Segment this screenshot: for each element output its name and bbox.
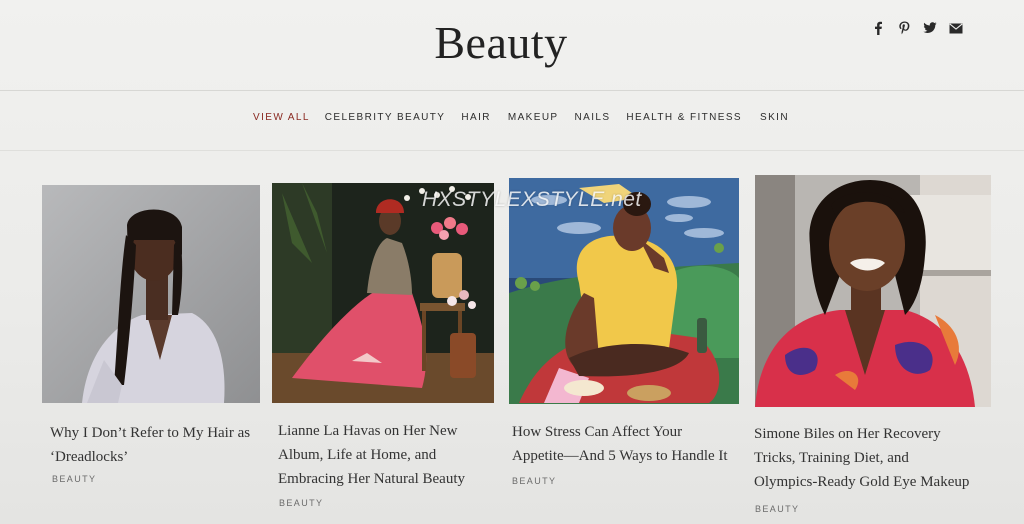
article-image[interactable] <box>272 183 494 403</box>
nav-item-health-fitness[interactable]: Health & Fitness <box>626 112 742 123</box>
article-card: Simone Biles on Her Recovery Tricks, Tra… <box>754 175 995 520</box>
nav-item-view-all[interactable]: View All <box>253 112 310 123</box>
header-divider <box>0 90 1024 91</box>
headline-line: ‘Dreadlocks’ <box>50 449 129 465</box>
nav-item-hair[interactable]: Hair <box>461 112 491 123</box>
pinterest-icon[interactable] <box>896 20 912 36</box>
headline-line: Appetite—And 5 Ways to Handle It <box>512 448 728 464</box>
article-image[interactable] <box>755 175 991 407</box>
category-nav: View All Celebrity Beauty Hair Makeup Na… <box>253 112 789 123</box>
article-category[interactable]: Beauty <box>512 476 556 486</box>
nav-item-nails[interactable]: Nails <box>575 112 611 123</box>
watermark-text: HXSTYLEXSTYLE.net <box>422 188 642 211</box>
headline-line: Why I Don’t Refer to My Hair as <box>50 425 251 441</box>
facebook-icon[interactable] <box>870 20 886 36</box>
masthead: Beauty <box>0 0 1024 95</box>
email-icon[interactable] <box>948 20 964 36</box>
headline-line: Album, Life at Home, and <box>278 447 437 463</box>
article-category[interactable]: Beauty <box>755 504 799 514</box>
twitter-icon[interactable] <box>922 20 938 36</box>
article-headline[interactable]: Lianne La Havas on Her New Album, Life a… <box>278 419 465 491</box>
headline-line: Embracing Her Natural Beauty <box>278 471 466 487</box>
nav-item-skin[interactable]: Skin <box>760 112 789 123</box>
article-headline[interactable]: Simone Biles on Her Recovery Tricks, Tra… <box>754 422 969 494</box>
article-headline[interactable]: Why I Don’t Refer to My Hair as ‘Dreadlo… <box>50 421 250 469</box>
nav-divider <box>0 150 1024 151</box>
article-card: How Stress Can Affect Your Appetite—And … <box>509 178 741 498</box>
headline-line: Simone Biles on Her Recovery <box>754 426 941 442</box>
article-card: Why I Don’t Refer to My Hair as ‘Dreadlo… <box>42 185 262 495</box>
article-category[interactable]: Beauty <box>279 498 323 508</box>
headline-line: How Stress Can Affect Your <box>512 424 683 440</box>
article-image[interactable] <box>42 185 260 403</box>
headline-line: Olympics-Ready Gold Eye Makeup <box>754 474 970 490</box>
headline-line: Lianne La Havas on Her New <box>278 423 458 439</box>
article-headline[interactable]: How Stress Can Affect Your Appetite—And … <box>512 420 728 468</box>
article-category[interactable]: Beauty <box>52 474 96 484</box>
page: Beauty View All Celebrity Beauty Hair Ma… <box>0 0 1024 524</box>
social-links <box>870 20 964 36</box>
headline-line: Tricks, Training Diet, and <box>754 450 909 466</box>
nav-item-celebrity-beauty[interactable]: Celebrity Beauty <box>325 112 446 123</box>
page-title: Beauty <box>434 17 568 68</box>
article-card: Lianne La Havas on Her New Album, Life a… <box>272 183 497 513</box>
nav-item-makeup[interactable]: Makeup <box>508 112 559 123</box>
